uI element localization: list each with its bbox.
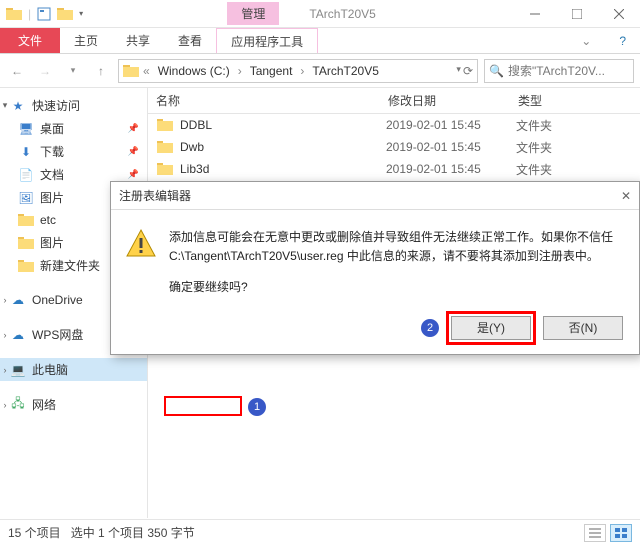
search-input[interactable]: 🔍 搜索"TArchT20V... xyxy=(484,59,634,83)
annotation-badge-2: 2 xyxy=(421,319,439,337)
warning-icon xyxy=(125,228,157,260)
folder-icon xyxy=(18,258,34,274)
nav-recent-dropdown[interactable]: ▾ xyxy=(62,60,84,82)
maximize-button[interactable] xyxy=(556,0,598,28)
folder-icon xyxy=(18,212,34,228)
col-date[interactable]: 修改日期 xyxy=(388,92,518,109)
pin-icon: 📌 xyxy=(128,123,139,134)
file-name: Lib3d xyxy=(180,162,386,176)
ribbon-context-title: 管理 xyxy=(227,2,279,25)
breadcrumb-item[interactable]: Windows (C:) xyxy=(154,64,234,78)
registry-dialog: 注册表编辑器 ✕ 添加信息可能会在无意中更改或删除值并导致组件无法继续正常工作。… xyxy=(110,181,640,355)
titlebar: | ▾ 管理 TArchT20V5 xyxy=(0,0,640,28)
address-dropdown-icon[interactable]: ▾ xyxy=(456,64,461,78)
file-row[interactable]: Lib3d2019-02-01 15:45文件夹 xyxy=(148,158,640,180)
file-type: 文件夹 xyxy=(516,161,552,178)
file-type: 文件夹 xyxy=(516,117,552,134)
breadcrumb-overflow[interactable]: « xyxy=(141,64,152,78)
dialog-title: 注册表编辑器 xyxy=(119,187,191,204)
pc-icon: 💻 xyxy=(10,362,26,378)
sidebar-item-downloads[interactable]: ⬇下载📌 xyxy=(0,140,147,163)
file-row[interactable]: Dwb2019-02-01 15:45文件夹 xyxy=(148,136,640,158)
file-date: 2019-02-01 15:45 xyxy=(386,118,516,132)
file-row[interactable]: DDBL2019-02-01 15:45文件夹 xyxy=(148,114,640,136)
folder-icon xyxy=(156,163,174,175)
folder-icon xyxy=(156,141,174,153)
address-bar[interactable]: « Windows (C:) › Tangent › TArchT20V5 ▾ … xyxy=(118,59,478,83)
tab-app-tools[interactable]: 应用程序工具 xyxy=(216,28,318,53)
sidebar-thispc[interactable]: ›💻此电脑 xyxy=(0,358,147,381)
dialog-no-button[interactable]: 否(N) xyxy=(543,316,623,340)
col-name[interactable]: 名称 xyxy=(148,92,388,109)
dialog-question: 确定要继续吗? xyxy=(169,278,625,297)
folder-icon xyxy=(156,119,174,131)
folder-icon xyxy=(123,64,139,78)
cloud-icon: ☁ xyxy=(10,292,26,308)
nav-up-button[interactable]: ↑ xyxy=(90,60,112,82)
qat-dropdown-icon[interactable]: ▾ xyxy=(79,9,83,18)
desktop-icon: 🖥 xyxy=(18,121,34,137)
ribbon-expand-icon[interactable]: ⌄ xyxy=(567,28,605,53)
search-icon: 🔍 xyxy=(489,64,504,78)
search-placeholder: 搜索"TArchT20V... xyxy=(508,62,605,79)
ribbon-tabs: 文件 主页 共享 查看 应用程序工具 ⌄ ? xyxy=(0,28,640,54)
col-type[interactable]: 类型 xyxy=(518,92,598,109)
sidebar-quickaccess[interactable]: ▾★快速访问 xyxy=(0,94,147,117)
tab-share[interactable]: 共享 xyxy=(112,28,164,53)
star-icon: ★ xyxy=(10,98,26,114)
close-button[interactable] xyxy=(598,0,640,28)
breadcrumb-item[interactable]: Tangent xyxy=(246,64,297,78)
refresh-icon[interactable]: ⟳ xyxy=(463,64,473,78)
breadcrumb-item[interactable]: TArchT20V5 xyxy=(308,64,382,78)
file-type: 文件夹 xyxy=(516,139,552,156)
qat-properties-icon[interactable] xyxy=(37,7,51,21)
pin-icon: 📌 xyxy=(128,146,139,157)
chevron-right-icon[interactable]: › xyxy=(298,64,306,78)
file-name: Dwb xyxy=(180,140,386,154)
address-row: ← → ▾ ↑ « Windows (C:) › Tangent › TArch… xyxy=(0,54,640,88)
nav-back-button[interactable]: ← xyxy=(6,60,28,82)
file-date: 2019-02-01 15:45 xyxy=(386,140,516,154)
status-item-count: 15 个项目 xyxy=(8,524,61,541)
folder-icon xyxy=(18,235,34,251)
status-bar: 15 个项目 选中 1 个项目 350 字节 xyxy=(0,519,640,545)
file-date: 2019-02-01 15:45 xyxy=(386,162,516,176)
nav-forward-button[interactable]: → xyxy=(34,60,56,82)
window-title: TArchT20V5 xyxy=(309,7,375,21)
file-name: DDBL xyxy=(180,118,386,132)
tab-home[interactable]: 主页 xyxy=(60,28,112,53)
dialog-close-button[interactable]: ✕ xyxy=(621,189,631,203)
pin-icon: 📌 xyxy=(128,169,139,180)
minimize-button[interactable] xyxy=(514,0,556,28)
dialog-title-bar[interactable]: 注册表编辑器 ✕ xyxy=(111,182,639,210)
document-icon: 📄 xyxy=(18,167,34,183)
qat-divider: | xyxy=(28,7,31,21)
folder-icon xyxy=(6,7,22,21)
dialog-yes-button[interactable]: 是(Y) xyxy=(451,316,531,340)
chevron-right-icon[interactable]: › xyxy=(236,64,244,78)
picture-icon: 🖼 xyxy=(18,190,34,206)
download-icon: ⬇ xyxy=(18,144,34,160)
sidebar-network[interactable]: ›🖧网络 xyxy=(0,393,147,416)
dialog-message: 添加信息可能会在无意中更改或删除值并导致组件无法继续正常工作。如果你不信任 C:… xyxy=(169,228,625,266)
status-selection: 选中 1 个项目 350 字节 xyxy=(71,524,195,541)
tab-view[interactable]: 查看 xyxy=(164,28,216,53)
network-icon: 🖧 xyxy=(10,397,26,413)
view-icons-button[interactable] xyxy=(610,524,632,542)
cloud-icon: ☁ xyxy=(10,327,26,343)
ribbon-help-icon[interactable]: ? xyxy=(605,28,640,53)
view-details-button[interactable] xyxy=(584,524,606,542)
tab-file[interactable]: 文件 xyxy=(0,28,60,53)
column-headers: 名称 修改日期 类型 xyxy=(148,88,640,114)
sidebar-item-desktop[interactable]: 🖥桌面📌 xyxy=(0,117,147,140)
qat-newfolder-icon[interactable] xyxy=(57,7,73,21)
